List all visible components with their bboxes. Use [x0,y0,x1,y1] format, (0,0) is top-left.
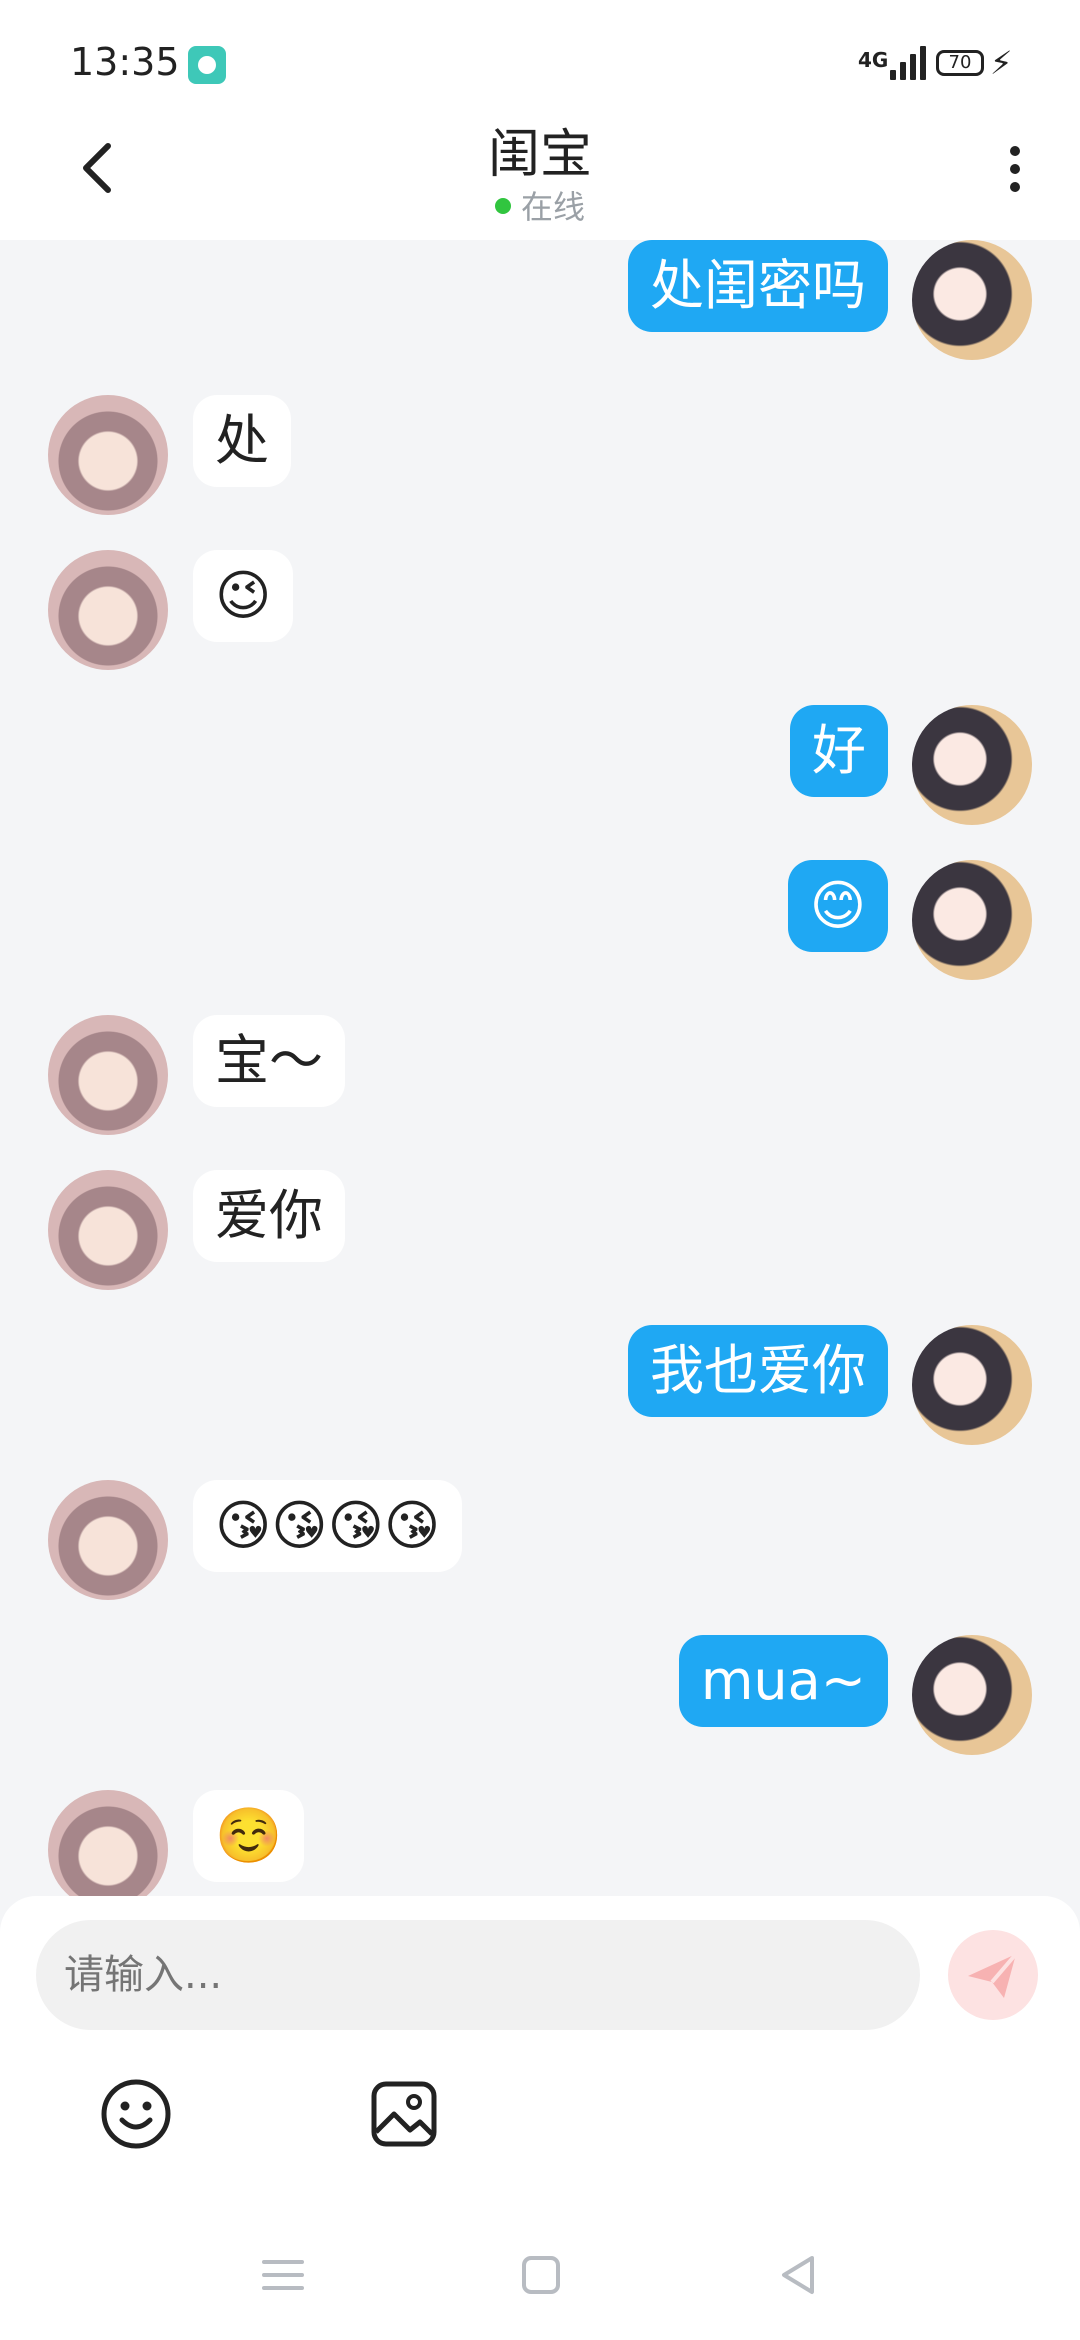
more-vertical-icon[interactable] [1000,140,1030,200]
message-row: 处闺密吗 [0,240,1080,360]
back-triangle-icon[interactable] [772,2250,822,2300]
menu-icon[interactable] [258,2250,308,2300]
message-row: 我也爱你 [0,1325,1080,1445]
online-status-label: 在线 [520,188,585,226]
message-bubble[interactable]: 😉 [193,550,294,642]
avatar[interactable] [48,1480,168,1600]
message-bubble[interactable]: 处闺密吗 [628,240,888,332]
message-row: 宝～ [0,1015,1080,1135]
message-row: ☺️ [0,1790,1080,1896]
signal-icon [890,46,930,80]
avatar[interactable] [48,1015,168,1135]
message-bubble[interactable]: ☺️ [193,1790,305,1882]
message-row: 爱你 [0,1170,1080,1290]
avatar[interactable] [912,705,1032,825]
avatar[interactable] [48,550,168,670]
emoji-icon[interactable] [98,2076,174,2152]
message-bubble[interactable]: 处 [193,395,291,487]
message-row: 😉 [0,550,1080,670]
avatar[interactable] [48,1170,168,1290]
message-bubble[interactable]: 我也爱你 [628,1325,888,1417]
composer [0,1896,1080,2340]
online-status: 在线 [0,182,1080,228]
avatar[interactable] [912,1325,1032,1445]
avatar[interactable] [48,1790,168,1896]
avatar[interactable] [912,860,1032,980]
battery-icon: 70 [936,50,984,76]
contact-name: 闺宝 [487,125,592,185]
message-row: 处 [0,395,1080,515]
message-row: 😊 [0,860,1080,980]
message-bubble[interactable]: 😊 [787,860,888,952]
send-icon[interactable] [948,1930,1038,2020]
avatar[interactable] [912,240,1032,360]
status-time: 13:35 [70,40,180,84]
avatar[interactable] [912,1635,1032,1755]
message-bubble[interactable]: 宝～ [193,1015,345,1107]
notification-app-icon [188,46,226,84]
message-bubble[interactable]: mua~ [678,1635,888,1727]
message-row: mua~ [0,1635,1080,1755]
online-dot-icon [494,198,511,214]
message-input[interactable] [36,1920,920,2030]
home-square-icon[interactable] [516,2250,566,2300]
charging-icon: ⚡ [990,44,1013,82]
status-bar: 13:35 4G 70 ⚡ [0,0,1080,110]
avatar[interactable] [48,395,168,515]
message-bubble[interactable]: 爱你 [193,1170,345,1262]
message-row: 好 [0,705,1080,825]
network-type: 4G [858,48,889,72]
message-bubble[interactable]: 😘😘😘😘 [193,1480,463,1572]
image-icon[interactable] [366,2076,442,2152]
message-list[interactable]: 处闺密吗 处 😉 好 😊 宝～ 爱你 我也爱你 😘😘😘😘 mua~ ☺️ [0,240,1080,1896]
chat-header: 闺宝 在线 [0,110,1080,240]
message-row: 😘😘😘😘 [0,1480,1080,1600]
message-bubble[interactable]: 好 [790,705,888,797]
